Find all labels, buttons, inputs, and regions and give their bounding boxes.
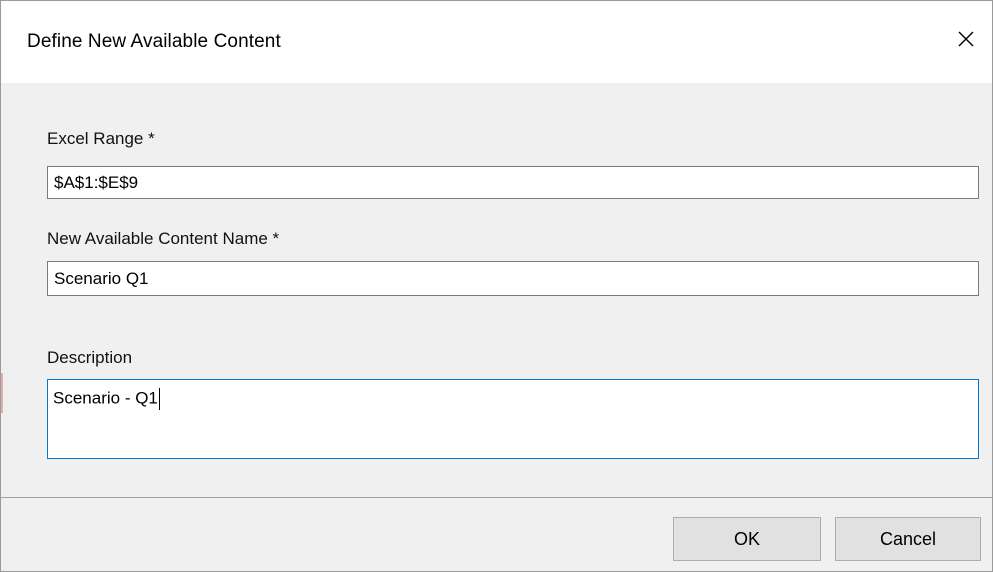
description-label: Description [47, 348, 133, 367]
dialog-footer: OK Cancel [1, 498, 992, 571]
content-name-input[interactable] [47, 261, 979, 296]
cancel-button[interactable]: Cancel [835, 517, 981, 561]
ok-button[interactable]: OK [673, 517, 821, 561]
description-text: Scenario - Q1 [53, 388, 158, 408]
text-caret [158, 388, 160, 410]
dialog-content: Excel Range * New Available Content Name… [1, 83, 992, 497]
left-edge-mark [1, 373, 3, 413]
dialog-title: Define New Available Content [27, 31, 281, 52]
close-button[interactable] [946, 19, 986, 59]
close-icon [946, 19, 986, 59]
dialog-window: Define New Available Content Excel Range… [0, 0, 993, 572]
content-name-label: New Available Content Name * [47, 229, 280, 248]
description-textarea[interactable]: Scenario - Q1 [47, 379, 979, 459]
excel-range-input[interactable] [47, 166, 979, 199]
title-bar: Define New Available Content [1, 1, 992, 83]
excel-range-label: Excel Range * [47, 129, 155, 148]
